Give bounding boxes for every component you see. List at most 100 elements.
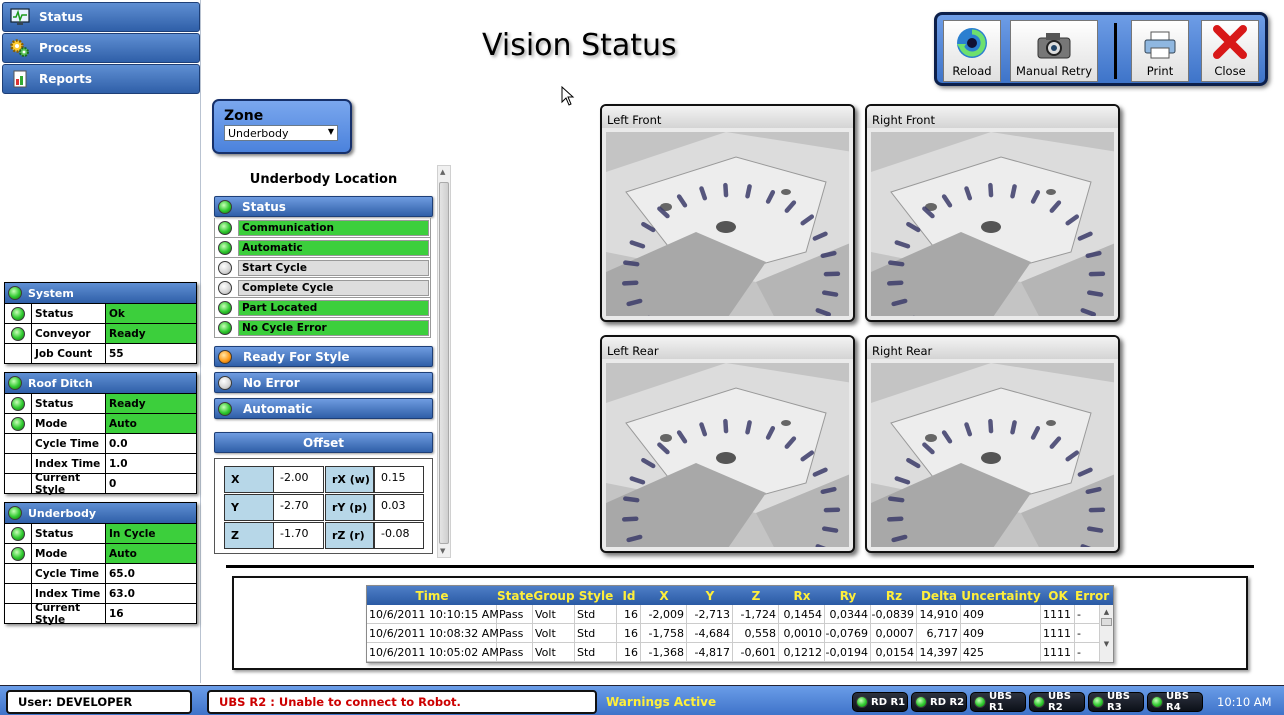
log-cell: -2,713 <box>687 605 733 623</box>
robot-status-button[interactable]: UBS R1 <box>970 691 1026 713</box>
scroll-thumb[interactable] <box>439 182 449 544</box>
robot-status-label: UBS R3 <box>1107 691 1130 713</box>
log-cell: 16 <box>617 624 641 642</box>
roof-ditch-row-value: Ready <box>106 394 196 413</box>
nav-process-label: Process <box>39 41 92 55</box>
log-cell: -1,758 <box>641 624 687 642</box>
manual-retry-button[interactable]: Manual Retry <box>1010 20 1098 82</box>
system-row: Job Count 55 <box>5 343 196 363</box>
log-header: Time State Group Style Id X Y Z Rx Ry Rz Delta Uncer… <box>367 586 1113 605</box>
camera-right-rear-image <box>871 363 1114 547</box>
ready-for-style-indicator: Ready For Style <box>214 346 433 367</box>
log-column-header[interactable]: Rz <box>871 589 917 603</box>
status-item-led-icon <box>218 320 232 335</box>
robot-status-label: RD R2 <box>930 696 965 708</box>
offset-header: Offset <box>214 432 433 453</box>
log-column-header[interactable]: OK <box>1041 589 1075 603</box>
location-scrollbar[interactable]: ▲ ▼ <box>437 165 451 558</box>
roof-ditch-row-value: 1.0 <box>109 457 128 470</box>
log-column-header[interactable]: Id <box>617 589 641 603</box>
system-led-icon <box>8 286 22 300</box>
camera-left-front-title: Left Front <box>602 106 853 128</box>
close-button[interactable]: Close <box>1201 20 1259 82</box>
underbody-header: Underbody <box>5 503 196 523</box>
underbody-row-value: 65.0 <box>109 567 135 580</box>
log-column-header[interactable]: Error <box>1075 589 1109 603</box>
log-row[interactable]: 10/6/2011 10:05:02 AM Pass Volt Std 16 -1,368… <box>367 643 1113 662</box>
nav-status-button[interactable]: Status <box>2 2 200 32</box>
log-column-header[interactable]: Group <box>533 589 575 603</box>
camera-left-front[interactable]: Left Front <box>600 104 855 322</box>
camera-left-rear[interactable]: Left Rear <box>600 335 855 553</box>
robot-status-button[interactable]: RD R1 <box>852 692 908 712</box>
scroll-down-icon[interactable]: ▼ <box>440 547 445 555</box>
camera-right-front[interactable]: Right Front <box>865 104 1120 322</box>
user-indicator: User: DEVELOPER <box>6 690 192 714</box>
log-scrollbar[interactable]: ▲ ▼ <box>1099 605 1113 662</box>
log-scroll-down-icon[interactable]: ▼ <box>1100 640 1113 648</box>
camera-left-front-image <box>606 132 849 316</box>
robot-status-button[interactable]: UBS R3 <box>1088 691 1144 713</box>
system-section: System Status Ok Conveyor Ready Job Count 55 <box>4 282 197 364</box>
offset-y-value: -2.70 <box>273 494 324 521</box>
robot-status-button[interactable]: RD R2 <box>911 692 967 712</box>
log-scroll-thumb[interactable] <box>1101 618 1112 626</box>
robot-status-button[interactable]: UBS R4 <box>1147 691 1203 713</box>
offset-ry-value: 0.03 <box>374 494 424 521</box>
log-column-header[interactable]: Rx <box>779 589 825 603</box>
system-row-led-cell <box>5 344 32 363</box>
log-column-header[interactable]: Y <box>687 589 733 603</box>
scroll-up-icon[interactable]: ▲ <box>440 168 445 176</box>
roof-ditch-row-label: Index Time <box>32 454 106 473</box>
page-title: Vision Status <box>482 28 677 63</box>
print-button[interactable]: Print <box>1131 20 1189 82</box>
log-table: Time State Group Style Id X Y Z Rx Ry Rz Delta Uncer… <box>366 585 1114 663</box>
log-row[interactable]: 10/6/2011 10:08:32 AM Pass Volt Std 16 -1,758… <box>367 624 1113 643</box>
status-item: No Cycle Error <box>214 318 431 338</box>
log-cell: 0,1212 <box>779 643 825 661</box>
nav-reports-button[interactable]: Reports <box>2 64 200 94</box>
log-column-header[interactable]: Style <box>575 589 617 603</box>
reload-label: Reload <box>952 64 992 78</box>
log-column-header[interactable]: State <box>497 589 533 603</box>
underbody-row-value: 63.0 <box>109 587 135 600</box>
robot-status-button[interactable]: UBS R2 <box>1029 691 1085 713</box>
log-cell: 16 <box>617 643 641 661</box>
underbody-row-label: Mode <box>32 544 106 563</box>
print-label: Print <box>1146 64 1174 78</box>
log-separator <box>226 565 1254 568</box>
log-cell: -1,724 <box>733 605 779 623</box>
underbody-row: Current Style 16 <box>5 602 196 626</box>
roof-ditch-row-label: Mode <box>32 414 106 433</box>
roof-ditch-row: Current Style 0 <box>5 472 196 496</box>
robot-status-label: RD R1 <box>871 696 906 708</box>
underbody-row: Status In Cycle <box>5 523 196 543</box>
log-column-header[interactable]: X <box>641 589 687 603</box>
log-row[interactable]: 10/6/2011 10:10:15 AM Pass Volt Std 16 -2,009… <box>367 605 1113 624</box>
zone-box: Zone Underbody ▼ <box>212 99 352 154</box>
underbody-led-icon <box>8 506 22 520</box>
log-column-header[interactable]: Delta <box>917 589 961 603</box>
roof-ditch-title: Roof Ditch <box>28 376 93 390</box>
roof-ditch-row-led-cell <box>5 454 32 473</box>
status-item-led-icon <box>218 220 232 235</box>
close-label: Close <box>1214 64 1246 78</box>
log-column-header[interactable]: Z <box>733 589 779 603</box>
zone-select[interactable]: Underbody ▼ <box>224 125 338 141</box>
log-column-header[interactable]: Uncertainty <box>961 589 1041 603</box>
camera-right-rear[interactable]: Right Rear <box>865 335 1120 553</box>
underbody-title: Underbody <box>28 506 96 520</box>
underbody-row-label: Index Time <box>32 584 106 603</box>
log-column-header[interactable]: Time <box>367 589 497 603</box>
log-column-header[interactable]: Ry <box>825 589 871 603</box>
underbody-row-led-cell <box>5 524 32 543</box>
reload-button[interactable]: Reload <box>943 20 1001 82</box>
robot-led-icon <box>915 696 927 708</box>
underbody-row-value: In Cycle <box>106 524 196 543</box>
system-row-label: Conveyor <box>32 324 106 343</box>
monitor-icon <box>9 7 31 27</box>
log-cell: 0,0154 <box>871 643 917 661</box>
log-scroll-up-icon[interactable]: ▲ <box>1100 608 1113 616</box>
nav-process-button[interactable]: Process <box>2 33 200 63</box>
left-panel: Status Process Reports System Status Ok Co… <box>0 0 201 683</box>
